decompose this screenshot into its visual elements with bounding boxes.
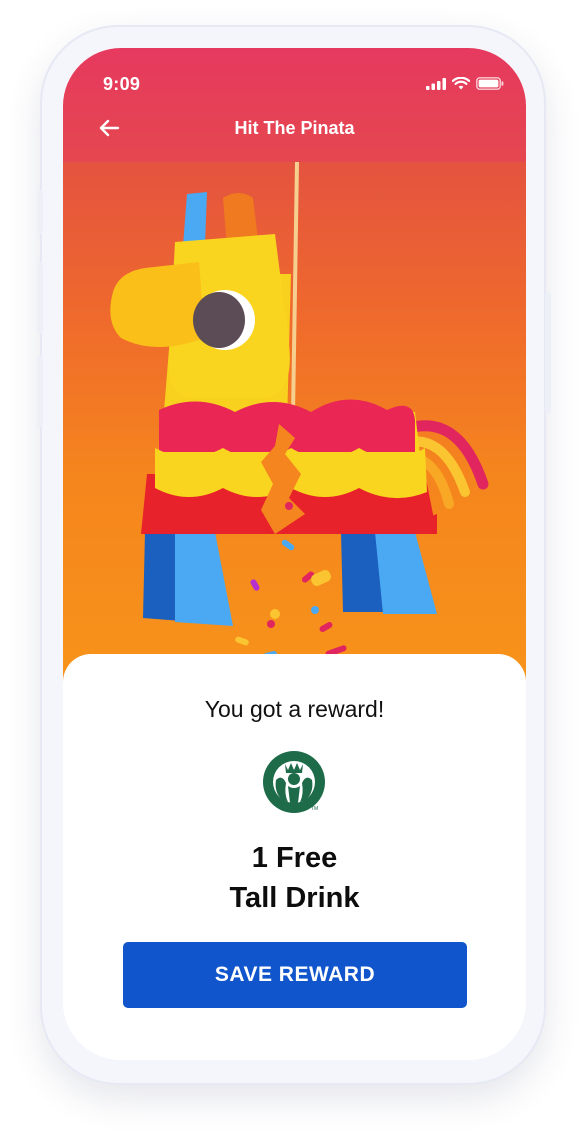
reward-title-line1: 1 Free [251,842,338,874]
pinata-head [110,192,290,398]
pinata-string [291,162,299,415]
logo-mark: TM [311,806,318,812]
reward-title: 1 Free Tall Drink [63,838,526,918]
side-button [37,190,43,234]
side-button [37,355,43,427]
wifi-icon [452,77,470,90]
side-button [37,262,43,334]
starbucks-logo: TM [263,751,325,813]
reward-heading: You got a reward! [204,696,385,722]
reward-title-line2: Tall Drink [229,882,360,914]
page-title: Hit The Pinata [234,118,355,138]
status-icons [426,77,504,90]
header-bar: 9:09 Hit The Pinata [63,48,526,162]
pinata-scene[interactable] [63,162,526,682]
app-screen: 9:09 Hit The Pinata You got a reward! TM… [63,48,526,1060]
signal-icon [426,77,446,90]
status-time: 9:09 [103,74,141,94]
battery-icon [476,77,504,90]
pinata-illustration [110,162,489,674]
side-button [545,292,551,414]
reward-card: You got a reward! TM 1 Free Tall Drink S… [63,654,526,1060]
save-reward-button[interactable]: SAVE REWARD [123,942,467,1008]
